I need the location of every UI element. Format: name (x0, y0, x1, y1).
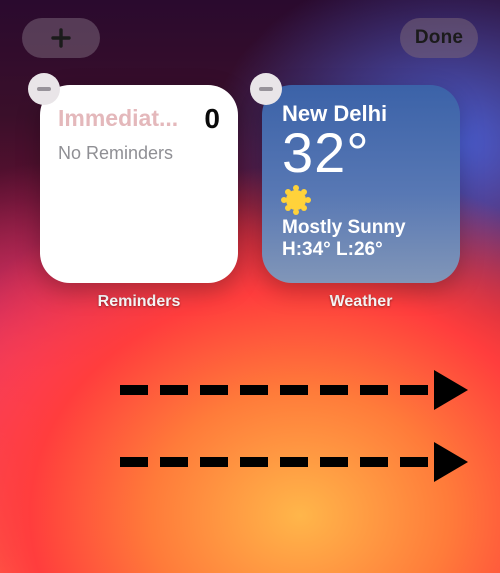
remove-reminders-button[interactable] (28, 73, 60, 105)
weather-temperature: 32° (282, 125, 440, 181)
remove-weather-button[interactable] (250, 73, 282, 105)
done-button[interactable]: Done (400, 18, 478, 58)
sun-icon (286, 190, 306, 210)
reminders-widget-wrap[interactable]: Immediat... 0 No Reminders Reminders (40, 85, 238, 311)
weather-condition: Mostly Sunny (282, 217, 440, 239)
arrowhead-icon (434, 442, 468, 482)
reminders-count: 0 (204, 105, 220, 133)
drag-annotation (120, 370, 468, 482)
arrow-right-2 (120, 442, 468, 482)
reminders-label: Reminders (98, 293, 181, 311)
arrow-right-1 (120, 370, 468, 410)
reminders-empty-text: No Reminders (58, 143, 220, 164)
add-widget-button[interactable] (22, 18, 100, 58)
plus-icon (49, 26, 73, 50)
weather-label: Weather (330, 293, 393, 311)
weather-hilo: H:34° L:26° (282, 239, 440, 261)
arrowhead-icon (434, 370, 468, 410)
minus-icon (37, 87, 51, 91)
minus-icon (259, 87, 273, 91)
reminders-list-title: Immediat... (58, 105, 178, 132)
weather-widget[interactable]: New Delhi 32° Mostly Sunny H:34° L:26° (262, 85, 460, 283)
topbar: Done (0, 18, 500, 58)
reminders-widget[interactable]: Immediat... 0 No Reminders (40, 85, 238, 283)
weather-icon-row (282, 187, 440, 213)
reminders-header: Immediat... 0 (58, 105, 220, 133)
weather-widget-wrap[interactable]: New Delhi 32° Mostly Sunny H:34° L:26° W… (262, 85, 460, 311)
widgets-row: Immediat... 0 No Reminders Reminders New… (0, 85, 500, 311)
